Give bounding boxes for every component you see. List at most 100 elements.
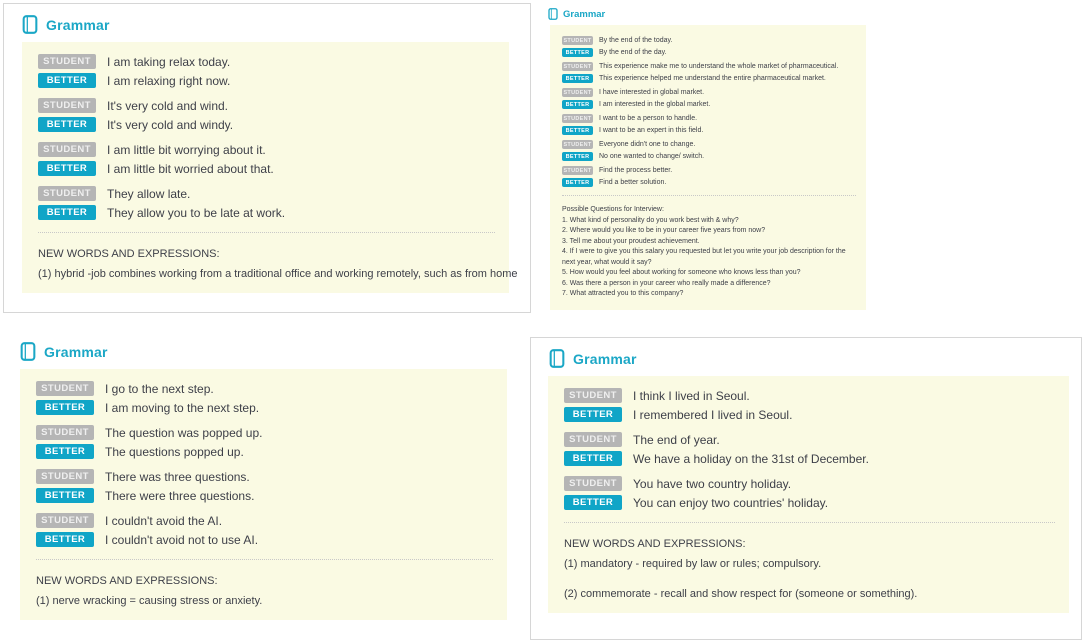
- pair-row: BETTERThis experience helped me understa…: [562, 74, 858, 83]
- better-sentence: By the end of the day.: [599, 49, 667, 56]
- student-badge: STUDENT: [36, 513, 94, 528]
- sentence-pair: STUDENTI am little bit worrying about it…: [38, 142, 497, 176]
- sentence-pair: STUDENTThe end of year. BETTER We have a h…: [564, 432, 1057, 466]
- better-badge: BETTER: [36, 444, 94, 459]
- student-sentence: I am taking relax today.: [107, 55, 230, 69]
- student-sentence: I have interested in global market.: [599, 89, 704, 96]
- student-sentence: Everyone didn't one to change.: [599, 141, 695, 148]
- student-sentence: They allow late.: [107, 187, 190, 201]
- pair-row: BETTERI am interested in the global mark…: [562, 100, 858, 109]
- better-sentence: I am little bit worried about that.: [107, 162, 274, 176]
- book-icon: [22, 15, 38, 34]
- sentence-pair: STUDENTI couldn't avoid the AI.BETTERI c…: [36, 513, 495, 547]
- student-sentence: The end of year.: [633, 433, 720, 447]
- panel-title: Grammar: [46, 17, 110, 33]
- pair-row: STUDENTI am little bit worrying about it…: [38, 142, 497, 157]
- content-box: STUDENTI think I lived in Seoul. BETTER I …: [548, 376, 1069, 613]
- content-box: STUDENTI go to the next step.BETTERI am …: [20, 369, 507, 620]
- pair-row: STUDENT They allow late.: [38, 186, 497, 201]
- dotted-divider: [564, 522, 1055, 523]
- pair-row: BETTER It's very cold and windy.: [38, 117, 497, 132]
- student-sentence: There was three questions.: [105, 470, 250, 484]
- pair-row: STUDENTEveryone didn't one to change.: [562, 140, 858, 149]
- better-sentence: I am interested in the global market.: [599, 101, 710, 108]
- pair-row: BETTER I couldn't avoid not to use AI.: [36, 532, 495, 547]
- better-sentence: They allow you to be late at work.: [107, 206, 285, 220]
- better-badge: BETTER: [564, 407, 622, 422]
- pair-row: STUDENTThe end of year.: [564, 432, 1057, 447]
- pair-row: STUDENTI think I lived in Seoul.: [564, 388, 1057, 403]
- better-badge: BETTER: [38, 205, 96, 220]
- new-words-block: NEW WORDS AND EXPRESSIONS:(1) nerve wrac…: [36, 574, 495, 610]
- student-sentence: By the end of the today.: [599, 37, 672, 44]
- sentence-pair: STUDENTThere was three questions.BETTERT…: [36, 469, 495, 503]
- question-line: 1. What kind of personality do you work …: [562, 216, 858, 227]
- better-sentence: The questions popped up.: [105, 445, 244, 459]
- sentence-pair: STUDENTI have interested in global marke…: [562, 88, 858, 109]
- student-badge: STUDENT: [564, 388, 622, 403]
- better-badge: BETTER: [38, 73, 96, 88]
- pair-row: STUDENTI am taking relax today.: [38, 54, 497, 69]
- panel-header: Grammar: [4, 4, 530, 34]
- pair-row: STUDENTI have interested in global marke…: [562, 88, 858, 97]
- book-icon: [548, 8, 558, 20]
- sentence-pair: STUDENTEveryone didn't one to change. BET…: [562, 140, 858, 161]
- pair-row: STUDENT You have two country holiday.: [564, 476, 1057, 491]
- better-badge: BETTER: [36, 532, 94, 547]
- better-sentence: It's very cold and windy.: [107, 118, 233, 132]
- grammar-panel-top-right: Grammar STUDENTBy the end of the today.B…: [540, 4, 872, 322]
- grammar-panel-bottom-right: Grammar STUDENTI think I lived in Seoul.…: [530, 337, 1082, 640]
- student-badge: STUDENT: [562, 166, 593, 175]
- content-box: STUDENT By the end of the today. BETTER By …: [550, 25, 866, 310]
- student-badge: STUDENT: [564, 476, 622, 491]
- better-badge: BETTER: [36, 400, 94, 415]
- new-words-block: NEW WORDS AND EXPRESSIONS:(1) mandatory …: [564, 537, 1057, 603]
- interview-questions-block: Possible Questions for Interview:1. What…: [562, 205, 858, 300]
- panel-title: Grammar: [573, 351, 637, 367]
- question-line: 2. Where would you like to be in your ca…: [562, 226, 858, 237]
- pair-row: STUDENTThe question was popped up.: [36, 425, 495, 440]
- pair-row: STUDENTThere was three questions.: [36, 469, 495, 484]
- book-icon: [549, 349, 565, 368]
- student-badge: STUDENT: [562, 114, 593, 123]
- sentence-pair: STUDENTI think I lived in Seoul. BETTER I …: [564, 388, 1057, 422]
- note-line: (1) mandatory - required by law or rules…: [564, 557, 1057, 573]
- better-badge: BETTER: [38, 161, 96, 176]
- question-line: 5. How would you feel about working for …: [562, 268, 858, 279]
- dotted-divider: [562, 195, 856, 196]
- better-sentence: I remembered I lived in Seoul.: [633, 408, 792, 422]
- better-sentence: I am relaxing right now.: [107, 74, 230, 88]
- better-badge: BETTER: [38, 117, 96, 132]
- pair-row: STUDENTFind the process better.: [562, 166, 858, 175]
- student-sentence: You have two country holiday.: [633, 477, 791, 491]
- student-sentence: It's very cold and wind.: [107, 99, 228, 113]
- pair-row: BETTER We have a holiday on the 31st of D…: [564, 451, 1057, 466]
- student-sentence: The question was popped up.: [105, 426, 262, 440]
- better-badge: BETTER: [564, 451, 622, 466]
- pair-row: BETTERNo one wanted to change/ switch.: [562, 152, 858, 161]
- sentence-pair: STUDENTI am taking relax today. BETTER I a…: [38, 54, 497, 88]
- student-badge: STUDENT: [36, 381, 94, 396]
- better-badge: BETTER: [562, 126, 593, 135]
- sentence-pair: STUDENTThe question was popped up. BETTER…: [36, 425, 495, 459]
- better-badge: BETTER: [562, 152, 593, 161]
- student-badge: STUDENT: [562, 62, 593, 71]
- better-sentence: You can enjoy two countries' holiday.: [633, 496, 828, 510]
- better-badge: BETTER: [562, 48, 593, 57]
- sentence-pair: STUDENTBy the end of the today.BETTERBy …: [562, 36, 858, 57]
- question-line: 3. Tell me about your proudest achieveme…: [562, 237, 858, 248]
- better-sentence: I couldn't avoid not to use AI.: [105, 533, 258, 547]
- content-box: STUDENTI am taking relax today.BETTERI a…: [22, 42, 509, 293]
- student-badge: STUDENT: [38, 186, 96, 201]
- student-badge: STUDENT: [38, 98, 96, 113]
- new-words-title: NEW WORDS AND EXPRESSIONS:: [36, 574, 495, 590]
- student-badge: STUDENT: [38, 142, 96, 157]
- better-sentence: We have a holiday on the 31st of Decembe…: [633, 452, 869, 466]
- pair-row: BETTERFind a better solution.: [562, 178, 858, 187]
- note-line: (2) commemorate - recall and show respec…: [564, 587, 1057, 603]
- better-sentence: I am moving to the next step.: [105, 401, 259, 415]
- pair-row: BETTERI want to be an expert in this fie…: [562, 126, 858, 135]
- student-sentence: This experience make me to understand th…: [599, 63, 838, 70]
- sentence-pair: STUDENT This experience make me to unders…: [562, 62, 858, 83]
- new-words-title: NEW WORDS AND EXPRESSIONS:: [38, 247, 497, 263]
